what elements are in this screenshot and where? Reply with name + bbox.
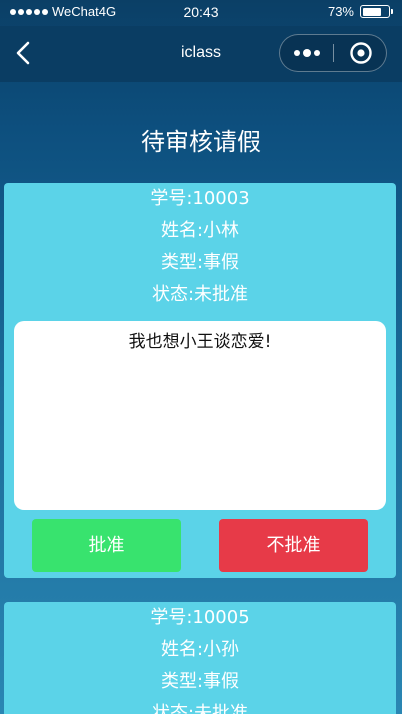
nav-bar: iclass [0,26,402,82]
page-title: 待审核请假 [141,128,261,156]
battery-percent: 73% [327,4,354,19]
target-circle-icon [349,42,372,64]
more-dot-icon [294,50,300,56]
leave-type: 类型:事假 [160,252,240,273]
battery-icon [360,5,393,18]
leave-type: 类型:事假 [160,671,240,692]
close-mini-program-button[interactable] [334,35,387,71]
approval-status: 状态:未批准 [151,284,249,305]
more-dot-icon [314,50,320,56]
status-bar: WeChat4G 20:43 73% [0,0,402,26]
approve-button[interactable]: 批准 [32,519,181,572]
more-dot-icon [303,49,311,57]
reject-button[interactable]: 不批准 [219,519,368,572]
student-name: 姓名:小孙 [160,639,240,660]
student-id: 学号:10003 [150,188,250,209]
student-name: 姓名:小林 [160,220,240,241]
leave-request-card: 学号:10005 姓名:小孙 类型:事假 状态:未批准 [4,602,396,714]
student-id: 学号:10005 [150,607,250,628]
leave-request-card: 学号:10003 姓名:小林 类型:事假 状态:未批准 我也想小王谈恋爱! 批准… [4,183,396,578]
status-right: 73% [327,4,393,19]
approval-status: 状态:未批准 [151,703,249,714]
battery-fill [362,7,381,16]
mini-program-capsule [279,34,387,72]
leave-reason: 我也想小王谈恋爱! [14,321,386,510]
more-button[interactable] [280,35,334,71]
